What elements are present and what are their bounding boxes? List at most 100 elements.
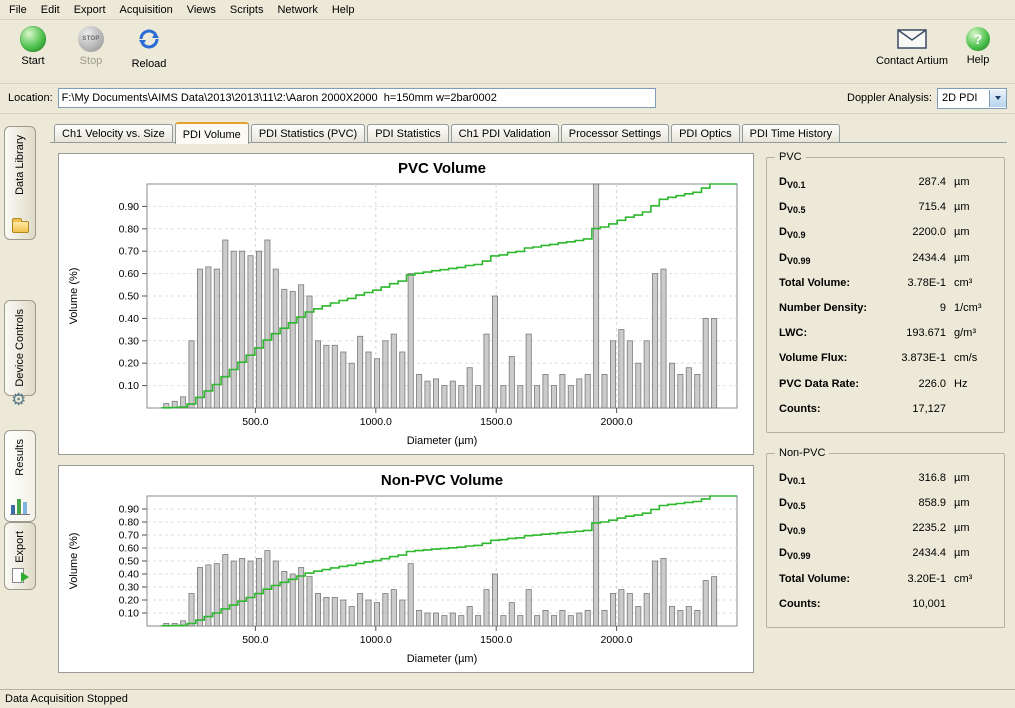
stop-button[interactable]: STOP Stop xyxy=(62,23,120,70)
stat-row: DV0.5 858.9 µm xyxy=(779,497,996,511)
svg-text:0.40: 0.40 xyxy=(119,569,140,581)
stat-row: DV0.9 2200.0 µm xyxy=(779,226,996,240)
stat-value: 3.20E-1 xyxy=(884,573,946,585)
svg-text:Volume (%): Volume (%) xyxy=(68,268,80,325)
svg-text:0.50: 0.50 xyxy=(119,556,140,568)
stat-row: DV0.99 2434.4 µm xyxy=(779,547,996,561)
menu-item[interactable]: Export xyxy=(67,1,113,19)
tab-pdi-statistics-pvc[interactable]: PDI Statistics (PVC) xyxy=(251,124,365,143)
stat-label: DV0.5 xyxy=(779,201,805,215)
stat-unit: 1/cm³ xyxy=(954,302,996,314)
tab-pdi-optics[interactable]: PDI Optics xyxy=(671,124,740,143)
dropdown-button[interactable] xyxy=(989,90,1006,107)
tab-processor-settings[interactable]: Processor Settings xyxy=(561,124,669,143)
pvc-stats-group: PVC DV0.1 287.4 µm DV xyxy=(766,157,1005,433)
menu-bar: FileEditExportAcquisitionViewsScriptsNet… xyxy=(0,0,1015,20)
sidebar-item-device-controls[interactable]: Device Controls xyxy=(4,300,36,396)
non-pvc-volume-chart: 500.01000.01500.02000.00.100.200.300.400… xyxy=(61,468,751,670)
stat-unit: µm xyxy=(954,201,996,213)
stat-label: DV0.99 xyxy=(779,547,810,561)
menu-item[interactable]: Scripts xyxy=(223,1,271,19)
sidebar-item-label: Device Controls xyxy=(14,309,26,387)
stat-label: Total Volume: xyxy=(779,573,850,587)
stat-row: Counts: 17,127 xyxy=(779,403,996,417)
doppler-analysis-label: Doppler Analysis: xyxy=(847,92,932,104)
stats-column: PVC DV0.1 287.4 µm DV xyxy=(766,153,1005,685)
svg-text:500.0: 500.0 xyxy=(242,634,268,646)
menu-item[interactable]: Views xyxy=(180,1,223,19)
stat-label: LWC: xyxy=(779,327,807,341)
stat-unit: µm xyxy=(954,472,996,484)
pvc-volume-chart: 500.01000.01500.02000.00.100.200.300.400… xyxy=(61,156,751,452)
pvc-group-title: PVC xyxy=(775,151,806,163)
menu-item[interactable]: Acquisition xyxy=(113,1,180,19)
export-icon xyxy=(12,568,24,583)
stat-unit: cm³ xyxy=(954,573,996,585)
work-area: 500.01000.01500.02000.00.100.200.300.400… xyxy=(50,142,1007,685)
help-button[interactable]: ? Help xyxy=(949,23,1007,70)
doppler-analysis-select[interactable]: 2D PDI xyxy=(937,88,1007,109)
stat-row: Total Volume: 3.20E-1 cm³ xyxy=(779,573,996,587)
stat-value: 715.4 xyxy=(884,201,946,213)
stat-label: DV0.5 xyxy=(779,497,805,511)
stat-value: 316.8 xyxy=(884,472,946,484)
dropdown-arrow-icon xyxy=(995,96,1001,100)
stat-row: DV0.1 316.8 µm xyxy=(779,472,996,486)
menu-item[interactable]: File xyxy=(2,1,34,19)
stat-value: 226.0 xyxy=(884,378,946,390)
help-button-label: Help xyxy=(967,54,990,66)
stat-label: DV0.99 xyxy=(779,252,810,266)
tab-pdi-volume[interactable]: PDI Volume xyxy=(175,122,249,144)
location-input[interactable] xyxy=(58,88,656,108)
reload-button[interactable]: Reload xyxy=(120,23,178,73)
location-row: Location: Doppler Analysis: 2D PDI xyxy=(0,84,1015,114)
svg-text:Non-PVC Volume: Non-PVC Volume xyxy=(381,472,503,489)
stat-value: 858.9 xyxy=(884,497,946,509)
tab-pdi-time-history[interactable]: PDI Time History xyxy=(742,124,841,143)
content-area: Data Library Device Controls Results Exp… xyxy=(0,114,1015,689)
stat-label: Counts: xyxy=(779,598,821,612)
menu-item[interactable]: Edit xyxy=(34,1,67,19)
menu-item[interactable]: Help xyxy=(325,1,362,19)
doppler-analysis-value: 2D PDI xyxy=(938,92,989,104)
stat-value: 9 xyxy=(884,302,946,314)
stat-value: 2434.4 xyxy=(884,252,946,264)
tab-pdi-statistics[interactable]: PDI Statistics xyxy=(367,124,448,143)
svg-text:0.20: 0.20 xyxy=(119,358,140,370)
svg-text:Diameter (µm): Diameter (µm) xyxy=(407,653,478,665)
svg-text:0.30: 0.30 xyxy=(119,335,140,347)
svg-text:0.70: 0.70 xyxy=(119,530,140,542)
stat-value: 3.873E-1 xyxy=(884,352,946,364)
stop-button-label: Stop xyxy=(80,55,103,67)
contact-artium-button[interactable]: Contact Artium xyxy=(875,23,949,70)
svg-text:0.90: 0.90 xyxy=(119,201,140,213)
stat-label: DV0.1 xyxy=(779,472,805,486)
stat-row: DV0.99 2434.4 µm xyxy=(779,252,996,266)
svg-text:500.0: 500.0 xyxy=(242,416,268,428)
status-text: Data Acquisition Stopped xyxy=(5,693,128,705)
stat-unit: cm³ xyxy=(954,277,996,289)
stat-value: 17,127 xyxy=(884,403,946,415)
stat-label: Total Volume: xyxy=(779,277,850,291)
help-icon: ? xyxy=(966,27,990,51)
stat-value: 2200.0 xyxy=(884,226,946,238)
start-button[interactable]: Start xyxy=(4,23,62,70)
charts-column: 500.01000.01500.02000.00.100.200.300.400… xyxy=(58,153,754,685)
stat-label: Counts: xyxy=(779,403,821,417)
svg-text:0.80: 0.80 xyxy=(119,223,140,235)
svg-text:1500.0: 1500.0 xyxy=(480,416,512,428)
toolbar: Start STOP Stop Reload xyxy=(0,20,1015,84)
stat-unit: µm xyxy=(954,497,996,509)
stat-unit: µm xyxy=(954,176,996,188)
sidebar: Data Library Device Controls Results Exp… xyxy=(0,114,46,689)
stat-unit: µm xyxy=(954,252,996,264)
menu-item[interactable]: Network xyxy=(270,1,324,19)
stat-value: 2235.2 xyxy=(884,522,946,534)
tab-ch1-velocity-vs-size[interactable]: Ch1 Velocity vs. Size xyxy=(54,124,173,143)
svg-text:0.10: 0.10 xyxy=(119,380,140,392)
sidebar-item-data-library[interactable]: Data Library xyxy=(4,126,36,240)
tab-ch1-pdi-validation[interactable]: Ch1 PDI Validation xyxy=(451,124,559,143)
sidebar-item-results[interactable]: Results xyxy=(4,430,36,522)
sidebar-item-export[interactable]: Export xyxy=(4,522,36,590)
stat-value: 193.671 xyxy=(884,327,946,339)
